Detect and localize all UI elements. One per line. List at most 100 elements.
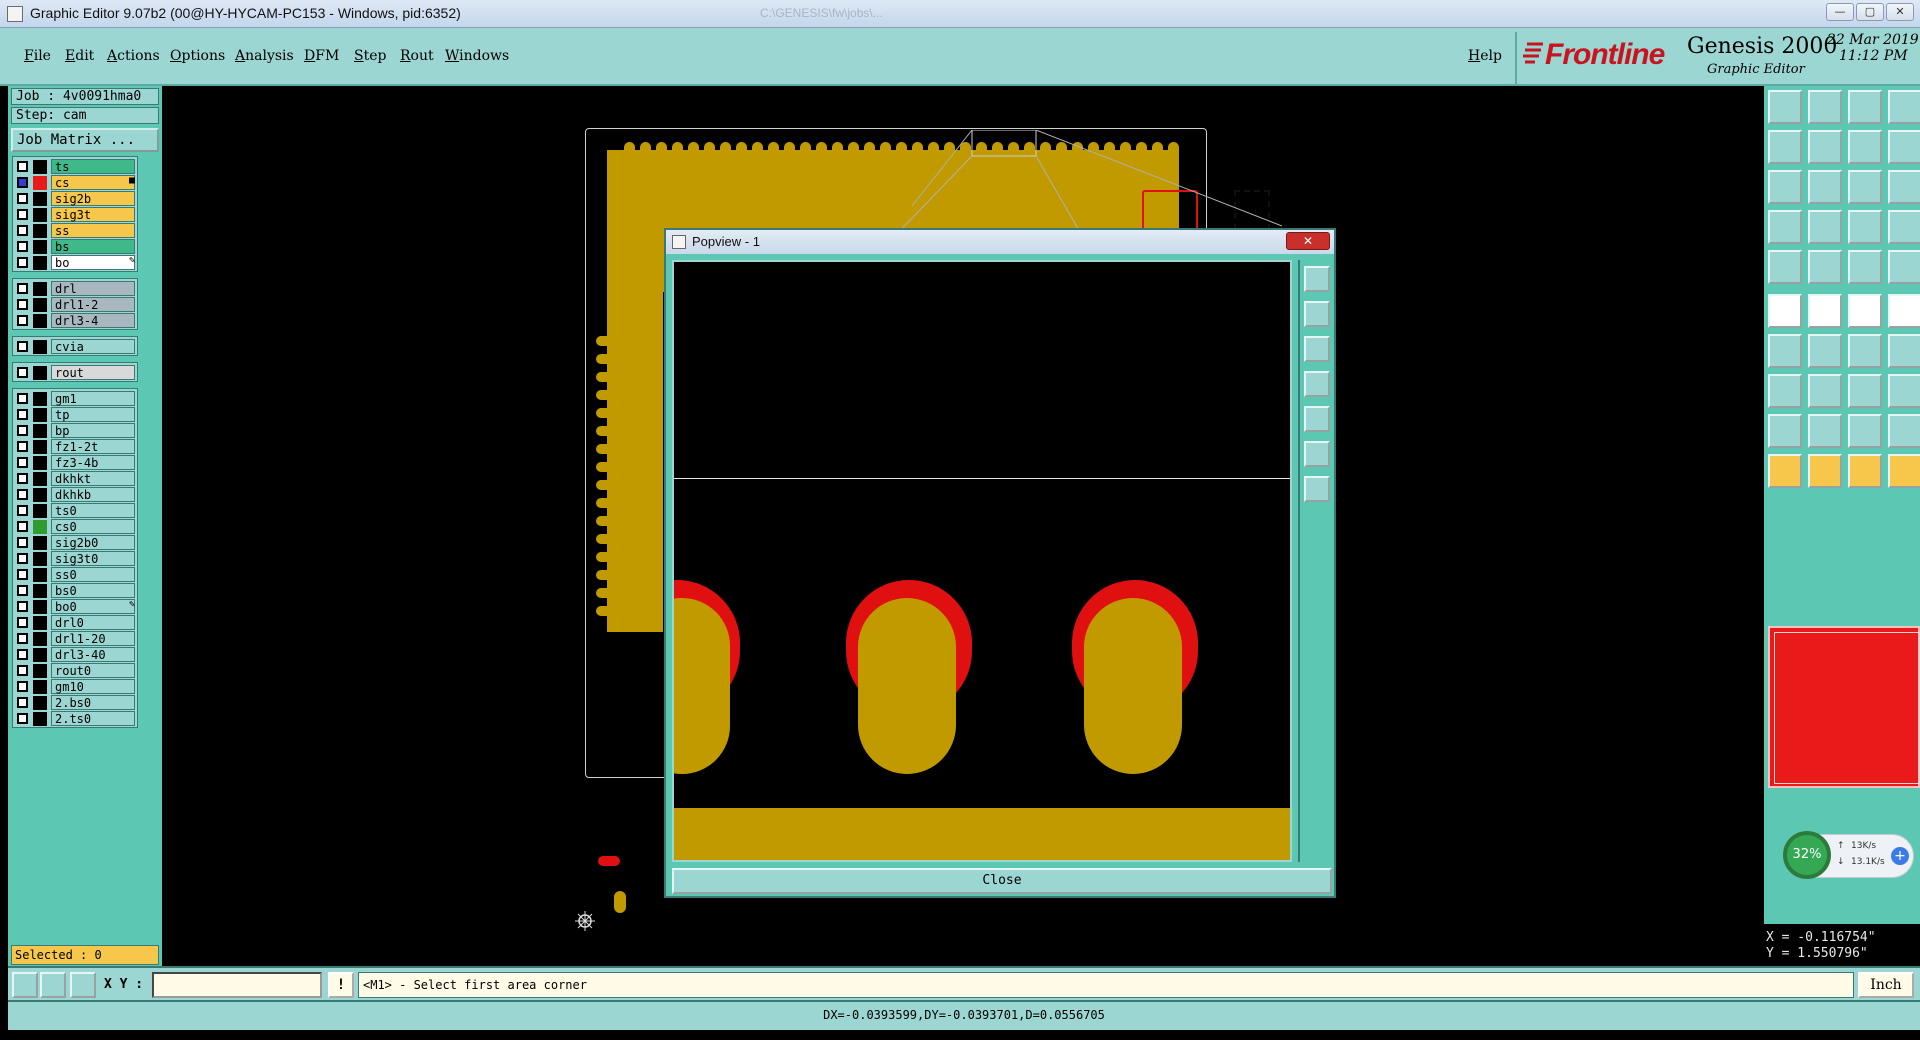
layer-color-swatch[interactable] — [33, 314, 47, 328]
layer-name[interactable]: drl — [51, 281, 135, 296]
layer-row[interactable]: drl1-20 — [13, 631, 137, 647]
layer-color-swatch[interactable] — [33, 712, 47, 726]
layer-color-swatch[interactable] — [33, 392, 47, 406]
layer-checkbox[interactable] — [17, 441, 28, 452]
layer-row[interactable]: ■ cs — [13, 175, 137, 191]
layer-checkbox[interactable] — [17, 633, 28, 644]
layer-color-swatch[interactable] — [33, 616, 47, 630]
layer-checkbox[interactable] — [17, 665, 28, 676]
add-line-icon[interactable] — [1808, 250, 1842, 284]
pan-left-icon[interactable] — [1304, 371, 1330, 397]
layer-color-swatch[interactable] — [33, 240, 47, 254]
layer-name[interactable]: fz1-2t — [51, 439, 135, 454]
menu-edit[interactable]: Edit — [65, 48, 94, 64]
layer-color-swatch[interactable] — [33, 440, 47, 454]
layer-name[interactable]: ss0 — [51, 567, 135, 582]
layer-color-swatch[interactable] — [33, 224, 47, 238]
layer-name[interactable]: bp — [51, 423, 135, 438]
layer-name[interactable]: ts — [51, 159, 135, 174]
layer-checkbox[interactable] — [17, 617, 28, 628]
netlist-icon[interactable] — [1768, 210, 1802, 244]
layer-row[interactable]: drl0 — [13, 615, 137, 631]
close-window-button[interactable]: ✕ — [1886, 3, 1914, 21]
select-2-icon[interactable] — [1848, 454, 1882, 488]
add-pad-icon[interactable] — [1768, 250, 1802, 284]
layer-checkbox[interactable] — [17, 537, 28, 548]
layer-checkbox[interactable] — [17, 505, 28, 516]
layer-name[interactable]: 2.ts0 — [51, 711, 135, 726]
layer-checkbox[interactable] — [17, 193, 28, 204]
layer-color-swatch[interactable] — [33, 520, 47, 534]
layer-color-swatch[interactable] — [33, 536, 47, 550]
minimize-button[interactable]: — — [1826, 3, 1854, 21]
layer-row[interactable]: drl3-4 — [13, 313, 137, 329]
layer-row[interactable]: fz3-4b — [13, 455, 137, 471]
layer-checkbox[interactable] — [17, 299, 28, 310]
import-icon[interactable] — [1768, 90, 1802, 124]
layer-checkbox[interactable] — [17, 283, 28, 294]
layer-checkbox[interactable] — [17, 649, 28, 660]
layer-checkbox[interactable] — [17, 315, 28, 326]
triangle-2-icon[interactable] — [1808, 414, 1842, 448]
layer-checkbox[interactable] — [17, 521, 28, 532]
layer-row[interactable]: tp — [13, 407, 137, 423]
layer-color-swatch[interactable] — [33, 424, 47, 438]
triangle-3-icon[interactable] — [1848, 414, 1882, 448]
layer-checkbox[interactable] — [17, 553, 28, 564]
popview-canvas[interactable] — [672, 260, 1292, 862]
layer-row[interactable]: gm10 — [13, 679, 137, 695]
layer-checkbox[interactable] — [17, 225, 28, 236]
zoom-in-icon[interactable] — [1304, 441, 1330, 467]
layer-name[interactable]: cvia — [51, 339, 135, 354]
layer-name[interactable]: drl3-4 — [51, 313, 135, 328]
layer-name[interactable]: 2.bs0 — [51, 695, 135, 710]
layer-row[interactable]: drl1-2 — [13, 297, 137, 313]
layer-color-swatch[interactable] — [33, 632, 47, 646]
node-icon[interactable] — [1768, 294, 1802, 328]
probe-icon[interactable] — [1808, 210, 1842, 244]
layer-color-swatch[interactable] — [33, 664, 47, 678]
layer-row[interactable]: dkhkb — [13, 487, 137, 503]
diagonal-icon[interactable] — [1808, 334, 1842, 368]
layer-checkbox[interactable] — [17, 489, 28, 500]
layer-color-swatch[interactable] — [33, 472, 47, 486]
export-icon[interactable] — [1808, 90, 1842, 124]
layer-row[interactable]: sig2b0 — [13, 535, 137, 551]
layer-name[interactable]: cs0 — [51, 519, 135, 534]
layer-name[interactable]: dkhkt — [51, 471, 135, 486]
layer-row[interactable]: bp — [13, 423, 137, 439]
exclaim-button[interactable]: ! — [328, 972, 354, 998]
add-text-icon[interactable] — [1848, 250, 1882, 284]
zoom-home-icon[interactable] — [1304, 266, 1330, 292]
layer-color-swatch[interactable] — [33, 176, 47, 190]
layer-checkbox[interactable] — [17, 569, 28, 580]
layer-checkbox[interactable] — [17, 161, 28, 172]
align-right-icon[interactable] — [1808, 130, 1842, 164]
layer-name[interactable]: dkhkb — [51, 487, 135, 502]
grid-icon[interactable] — [70, 972, 96, 998]
layer-row[interactable]: bs0 — [13, 583, 137, 599]
layer-name[interactable]: gm10 — [51, 679, 135, 694]
layer-name[interactable]: bs0 — [51, 583, 135, 598]
layer-row[interactable]: rout0 — [13, 663, 137, 679]
layer-checkbox[interactable] — [17, 367, 28, 378]
layer-checkbox[interactable] — [17, 425, 28, 436]
layer-checkbox[interactable] — [17, 713, 28, 724]
pan-right-icon[interactable] — [1304, 406, 1330, 432]
menu-actions[interactable]: Actions — [107, 48, 160, 64]
layer-checkbox[interactable] — [17, 473, 28, 484]
layer-color-swatch[interactable] — [33, 192, 47, 206]
layer-checkbox[interactable] — [17, 393, 28, 404]
layer-color-swatch[interactable] — [33, 256, 47, 270]
layer-name[interactable]: bo — [51, 255, 135, 270]
route-icon[interactable] — [1888, 454, 1920, 488]
layer-row[interactable]: sig2b — [13, 191, 137, 207]
layer-row[interactable]: cs0 — [13, 519, 137, 535]
layer-name[interactable]: bs — [51, 239, 135, 254]
triangle-icon[interactable] — [1768, 414, 1802, 448]
menu-analysis[interactable]: Analysis — [235, 48, 294, 64]
units-button[interactable]: Inch — [1858, 972, 1914, 998]
select-icon[interactable] — [1808, 454, 1842, 488]
layer-color-swatch[interactable] — [33, 488, 47, 502]
slot-icon[interactable] — [1888, 334, 1920, 368]
